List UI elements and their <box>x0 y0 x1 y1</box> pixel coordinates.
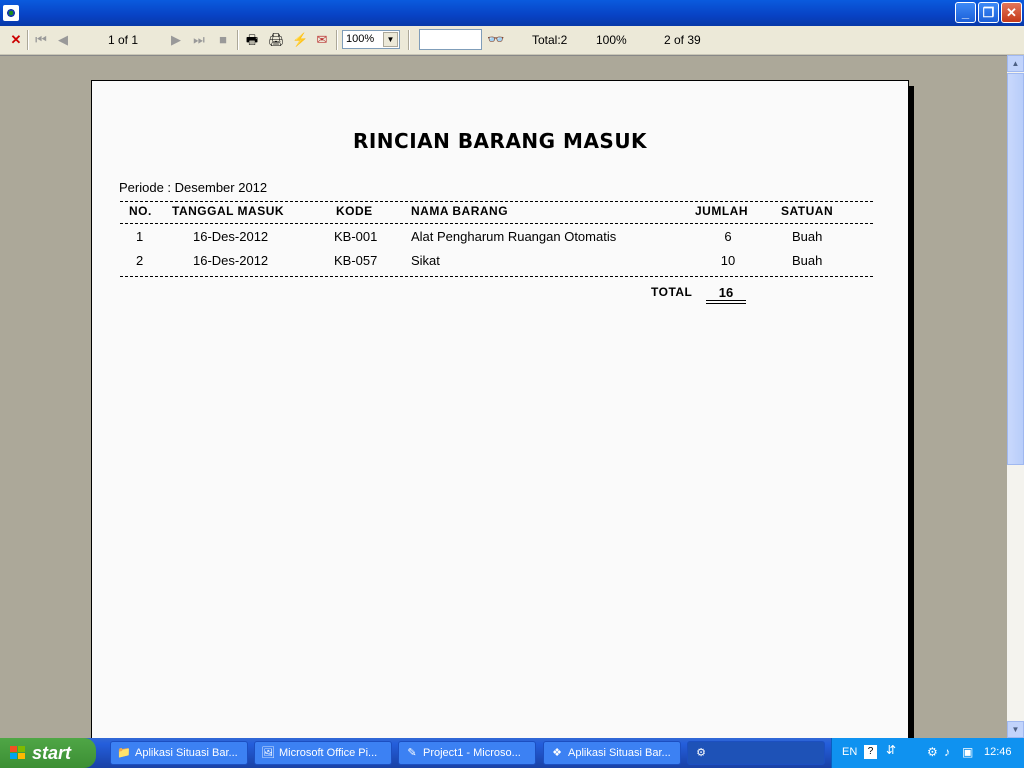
report-toolbar <box>0 26 1024 55</box>
language-indicator[interactable]: EN <box>842 746 857 758</box>
vertical-scrollbar[interactable]: ▲ ▼ <box>1007 55 1024 738</box>
table-cell-satuan: Buah <box>792 253 823 268</box>
header-top-rule <box>120 201 873 202</box>
last-page-icon[interactable]: ⏭ <box>191 32 207 48</box>
taskbar-item-label: Project1 - Microso... <box>423 747 521 759</box>
close-button[interactable]: ✕ <box>1001 2 1022 23</box>
table-cell-no: 1 <box>136 229 144 244</box>
taskbar-item[interactable]: 🖼 Microsoft Office Pi... <box>254 741 392 765</box>
toolbar-separator <box>336 30 338 50</box>
picture-manager-icon: 🖼 <box>261 747 275 759</box>
system-tray: EN ? ⇵ ⚙ ♪ ▣ 12:46 <box>831 738 1024 768</box>
taskbar-item-label: Aplikasi Situasi Bar... <box>568 747 671 759</box>
start-button[interactable]: start <box>0 738 96 768</box>
taskbar-item[interactable]: 📁 Aplikasi Situasi Bar... <box>110 741 248 765</box>
taskbar-item[interactable]: ❖ Aplikasi Situasi Bar... <box>543 741 681 765</box>
search-input[interactable] <box>419 29 482 50</box>
table-cell-no: 2 <box>136 253 144 268</box>
taskbar-item-label: Aplikasi Situasi Bar... <box>135 747 238 759</box>
volume-icon[interactable]: ♪ <box>944 745 950 759</box>
scroll-down-icon[interactable]: ▼ <box>1007 721 1024 738</box>
table-cell-jumlah: 10 <box>720 253 736 268</box>
report-period: Periode : Desember 2012 <box>119 180 268 195</box>
minimize-button[interactable]: _ <box>955 2 976 23</box>
report-viewer-icon: ⚙ <box>696 747 706 759</box>
total-value: 16 <box>718 285 734 300</box>
clock: 12:46 <box>984 746 1012 758</box>
taskbar-item-active[interactable]: ⚙ <box>687 741 825 765</box>
application-icon: ❖ <box>552 747 562 759</box>
zoom-value: 100% <box>346 33 375 45</box>
display-icon[interactable]: ▣ <box>962 745 973 759</box>
print-setup-icon[interactable]: 🖨 <box>268 32 285 48</box>
next-page-icon[interactable]: ▶ <box>168 32 184 48</box>
chevron-down-icon[interactable]: ▼ <box>383 32 398 47</box>
total-double-underline <box>706 303 746 304</box>
toolbar-separator <box>27 30 29 50</box>
refresh-icon[interactable]: ⚡ <box>292 32 308 48</box>
toolbar-separator <box>408 30 410 50</box>
table-cell-satuan: Buah <box>792 229 823 244</box>
taskbar-item-label: Microsoft Office Pi... <box>279 747 378 759</box>
export-icon[interactable]: ✉ <box>314 32 330 48</box>
scroll-up-icon[interactable]: ▲ <box>1007 55 1024 72</box>
total-label: TOTAL <box>651 285 693 299</box>
column-header-kode: KODE <box>336 204 373 218</box>
taskbar-item[interactable]: ✎ Project1 - Microso... <box>398 741 536 765</box>
table-cell-nama: Alat Pengharum Ruangan Otomatis <box>411 229 617 244</box>
table-cell-tanggal: 16-Des-2012 <box>193 253 269 268</box>
start-label: start <box>32 743 72 763</box>
help-icon[interactable]: ? <box>864 745 877 759</box>
previous-page-icon[interactable]: ◀ <box>55 32 71 48</box>
page-indicator: 1 of 1 <box>108 33 139 47</box>
zoom-select[interactable]: 100% ▼ <box>342 30 400 49</box>
folder-icon: 📁 <box>117 747 131 759</box>
visual-basic-icon: ✎ <box>407 747 417 759</box>
column-header-jumlah: JUMLAH <box>695 204 748 218</box>
report-workspace: RINCIAN BARANG MASUK Periode : Desember … <box>0 55 1008 760</box>
app-icon[interactable] <box>3 5 19 21</box>
taskbar: start 📁 Aplikasi Situasi Bar... 🖼 Micros… <box>0 738 1024 768</box>
column-header-tanggal: TANGGAL MASUK <box>172 204 285 218</box>
record-indicator: 2 of 39 <box>664 33 701 47</box>
zoom-percent: 100% <box>596 33 627 47</box>
column-header-satuan: SATUAN <box>781 204 834 218</box>
windows-logo-icon <box>10 746 26 760</box>
report-title: RINCIAN BARANG MASUK <box>352 129 648 153</box>
table-cell-nama: Sikat <box>411 253 440 268</box>
title-bar: _ ❐ ✕ <box>0 0 1024 26</box>
header-bottom-rule <box>120 223 873 224</box>
column-header-no: NO. <box>129 204 152 218</box>
tray-app-icon[interactable]: ⚙ <box>927 745 938 759</box>
restore-button[interactable]: ❐ <box>978 2 999 23</box>
table-cell-jumlah: 6 <box>724 229 732 244</box>
table-bottom-rule <box>120 276 873 277</box>
stop-icon[interactable]: ■ <box>215 32 231 48</box>
table-cell-kode: KB-057 <box>334 253 378 268</box>
report-page: RINCIAN BARANG MASUK Periode : Desember … <box>91 80 909 760</box>
total-records: Total:2 <box>532 33 568 47</box>
first-page-icon[interactable]: ⏮ <box>33 32 49 48</box>
print-icon[interactable]: 🖶 <box>244 32 260 48</box>
binoculars-search-icon[interactable]: 👓 <box>487 31 504 47</box>
column-header-nama: NAMA BARANG <box>411 204 509 218</box>
network-icon[interactable]: ⇵ <box>886 743 896 757</box>
scrollbar-thumb[interactable] <box>1007 73 1024 465</box>
toolbar-separator <box>237 30 239 50</box>
table-cell-tanggal: 16-Des-2012 <box>193 229 269 244</box>
close-report-icon[interactable]: ✕ <box>8 32 24 48</box>
total-double-underline <box>706 300 746 301</box>
table-cell-kode: KB-001 <box>334 229 378 244</box>
